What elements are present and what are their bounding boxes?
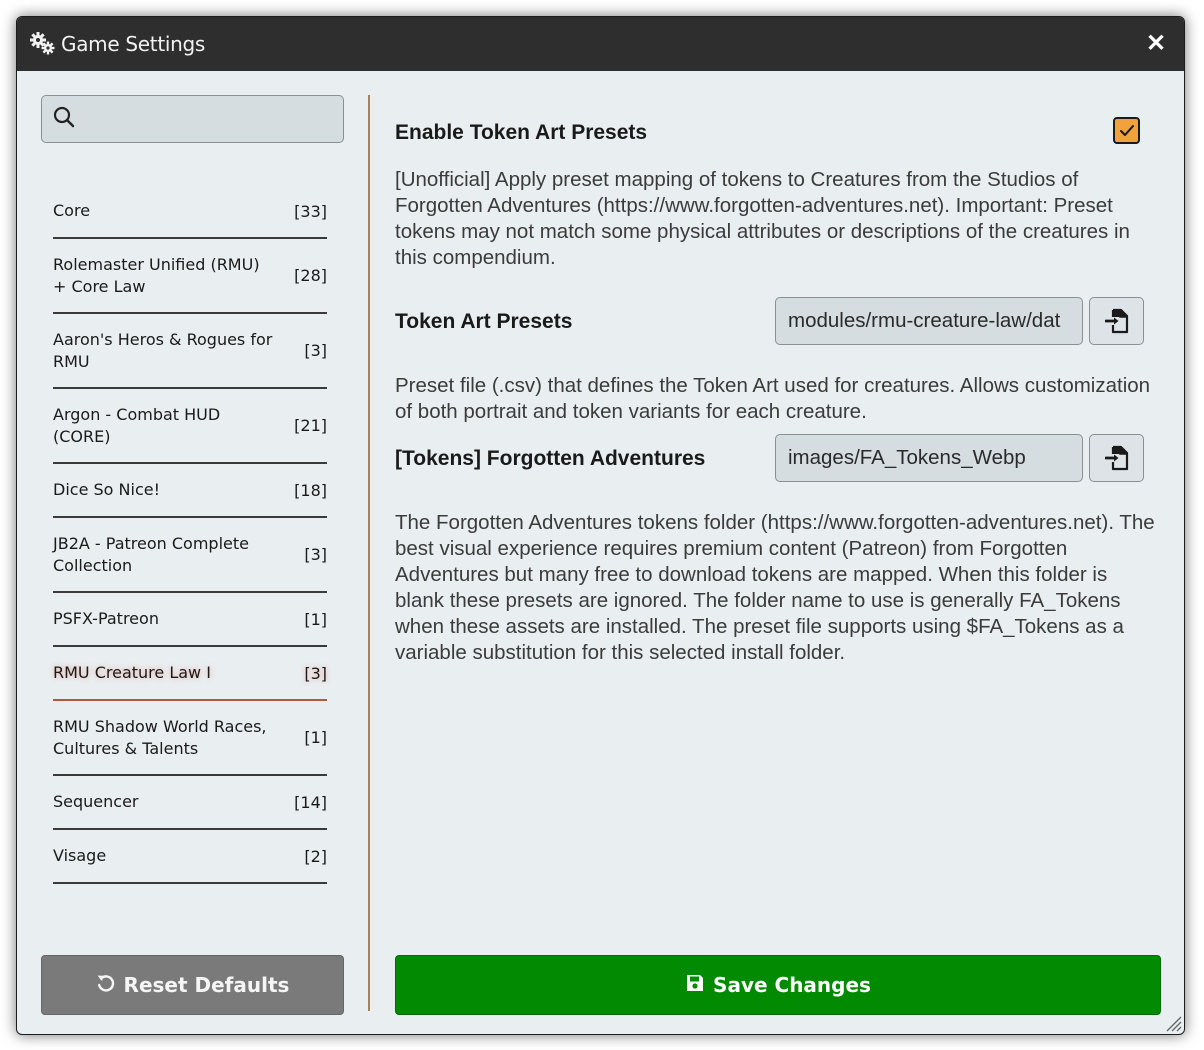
category-count: [1] [304,609,327,629]
file-picker-button[interactable] [1089,297,1144,345]
title-bar[interactable]: Game Settings ✕ [17,17,1184,71]
category-label: Argon - Combat HUD (CORE) [53,404,221,446]
category-label: Core [53,201,91,220]
category-list: Core [33] Rolemaster Unified (RMU) + Cor… [53,185,327,884]
save-changes-label: Save Changes [713,973,871,997]
category-rmu-creature-law[interactable]: RMU Creature Law I [3] [53,647,327,701]
category-count: [28] [294,266,327,285]
category-count: [1] [304,728,327,747]
setting-token-art-presets: Token Art Presets [395,297,1161,345]
settings-window: Game Settings ✕ Core [33] Rolemaster Uni… [16,16,1185,1035]
category-label: Aaron's Heros & Rogues for RMU [53,329,273,371]
file-import-icon [1104,445,1128,471]
enable-token-art-checkbox[interactable] [1113,117,1140,144]
setting-description: Preset file (.csv) that defines the Toke… [395,374,1151,423]
window-title: Game Settings [61,32,206,56]
search-input[interactable] [76,96,343,142]
category-shadow-world[interactable]: RMU Shadow World Races, Cultures & Talen… [53,701,327,776]
category-core[interactable]: Core [33] [53,185,327,239]
checkmark-icon [1119,124,1134,136]
setting-fa-tokens-folder: [Tokens] Forgotten Adventures [395,434,1161,482]
save-changes-button[interactable]: Save Changes [395,955,1161,1015]
setting-title: Token Art Presets [395,310,573,333]
category-count: [33] [294,201,327,221]
search-box[interactable] [41,95,344,143]
category-count: [18] [294,480,327,500]
category-rmu-core-law[interactable]: Rolemaster Unified (RMU) + Core Law [28] [53,239,327,314]
category-sequencer[interactable]: Sequencer [14] [53,776,327,830]
category-label: JB2A - Patreon Complete Collection [53,533,249,575]
category-dice-so-nice[interactable]: Dice So Nice! [18] [53,464,327,518]
setting-title: [Tokens] Forgotten Adventures [395,447,706,470]
category-count: [3] [304,341,327,360]
close-icon[interactable]: ✕ [1146,32,1166,56]
category-count: [2] [304,846,327,866]
category-label: RMU Creature Law I [53,663,211,682]
category-label: Rolemaster Unified (RMU) + Core Law [53,254,260,296]
category-count: [14] [294,792,327,812]
category-count: [21] [294,416,327,435]
category-label: RMU Shadow World Races, Cultures & Talen… [53,716,267,758]
file-import-icon [1104,308,1128,334]
setting-description: [Unofficial] Apply preset mapping of tok… [395,168,1130,269]
category-label: Visage [53,846,107,865]
category-visage[interactable]: Visage [2] [53,830,327,884]
undo-icon [96,973,116,998]
setting-enable-token-art: Enable Token Art Presets [395,117,1161,147]
file-picker-button[interactable] [1089,434,1144,482]
category-heros-rogues[interactable]: Aaron's Heros & Rogues for RMU [3] [53,314,327,389]
resize-handle[interactable] [1164,1014,1182,1032]
category-label: Dice So Nice! [53,480,160,499]
search-icon [52,105,76,134]
panel-divider [368,95,370,1011]
category-psfx[interactable]: PSFX-Patreon [1] [53,593,327,647]
setting-description: The Forgotten Adventures tokens folder (… [395,511,1155,664]
settings-content: Enable Token Art Presets [Unofficial] Ap… [395,95,1161,1015]
fa-tokens-folder-input[interactable] [775,434,1083,482]
reset-defaults-label: Reset Defaults [123,973,290,997]
category-count: [3] [304,545,327,564]
category-label: Sequencer [53,792,139,811]
category-count: [3] [304,663,327,683]
token-art-presets-input[interactable] [775,297,1083,345]
category-argon-combat-hud[interactable]: Argon - Combat HUD (CORE) [21] [53,389,327,464]
category-label: PSFX-Patreon [53,609,159,628]
save-icon [685,973,705,998]
category-jb2a[interactable]: JB2A - Patreon Complete Collection [3] [53,518,327,593]
settings-sidebar: Core [33] Rolemaster Unified (RMU) + Cor… [41,95,344,1015]
reset-defaults-button[interactable]: Reset Defaults [41,955,344,1015]
cogs-icon [29,31,57,57]
setting-title: Enable Token Art Presets [395,121,648,144]
